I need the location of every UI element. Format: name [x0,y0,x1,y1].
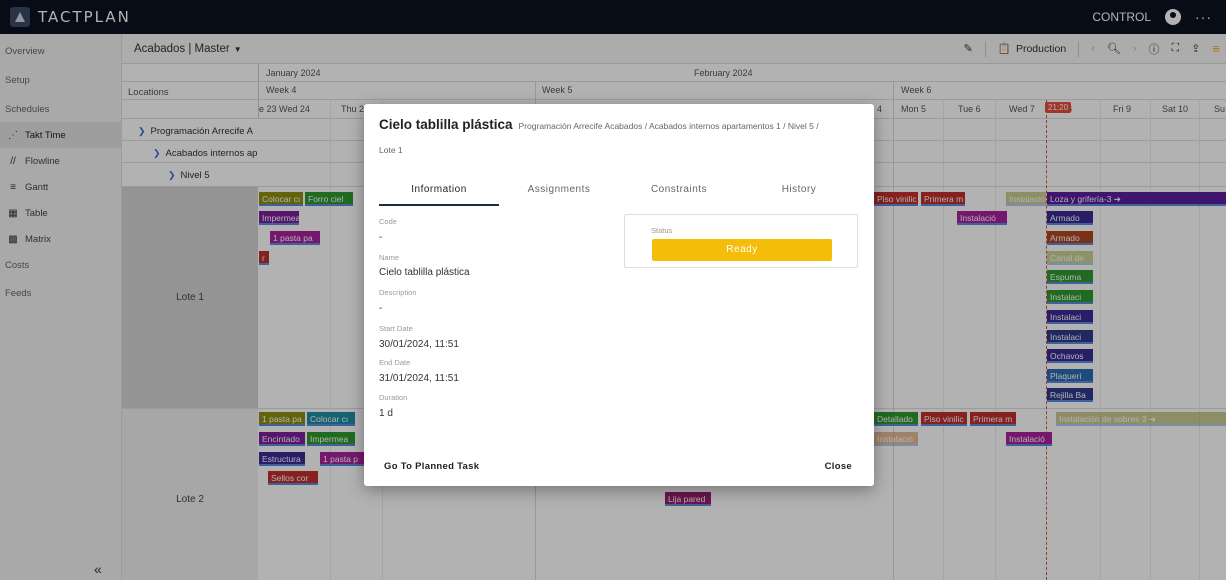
end-date-label: End Date [379,358,411,367]
end-date-value: 31/01/2024, 11:51 [379,373,459,384]
name-label: Name [379,253,400,262]
modal-tabs: Information Assignments Constraints Hist… [379,184,859,206]
modal-header: Cielo tablilla plástica Programación Arre… [379,116,859,135]
name-value: Cielo tablilla plástica [379,267,470,278]
tab-constraints[interactable]: Constraints [619,184,739,206]
description-value: - [379,303,383,314]
task-detail-modal: Cielo tablilla plástica Programación Arre… [364,104,874,486]
status-badge: Ready [652,239,832,261]
duration-value: 1 d [379,408,393,419]
start-date-label: Start Date [379,324,413,333]
modal-title: Cielo tablilla plástica [379,117,513,132]
close-button[interactable]: Close [825,461,852,472]
go-to-planned-task-button[interactable]: Go To Planned Task [384,461,479,472]
code-label: Code [379,217,397,226]
duration-label: Duration [379,393,408,402]
tab-information[interactable]: Information [379,184,499,206]
tab-assignments[interactable]: Assignments [499,184,619,206]
code-value: - [379,232,383,243]
location-path-lote: Lote 1 [379,145,403,155]
tab-history[interactable]: History [739,184,859,206]
description-label: Description [379,288,417,297]
start-date-value: 30/01/2024, 11:51 [379,339,459,350]
status-label: Status [651,226,673,235]
status-panel: Status Ready [624,214,858,268]
location-path: Programación Arrecife Acabados / Acabado… [518,121,819,131]
